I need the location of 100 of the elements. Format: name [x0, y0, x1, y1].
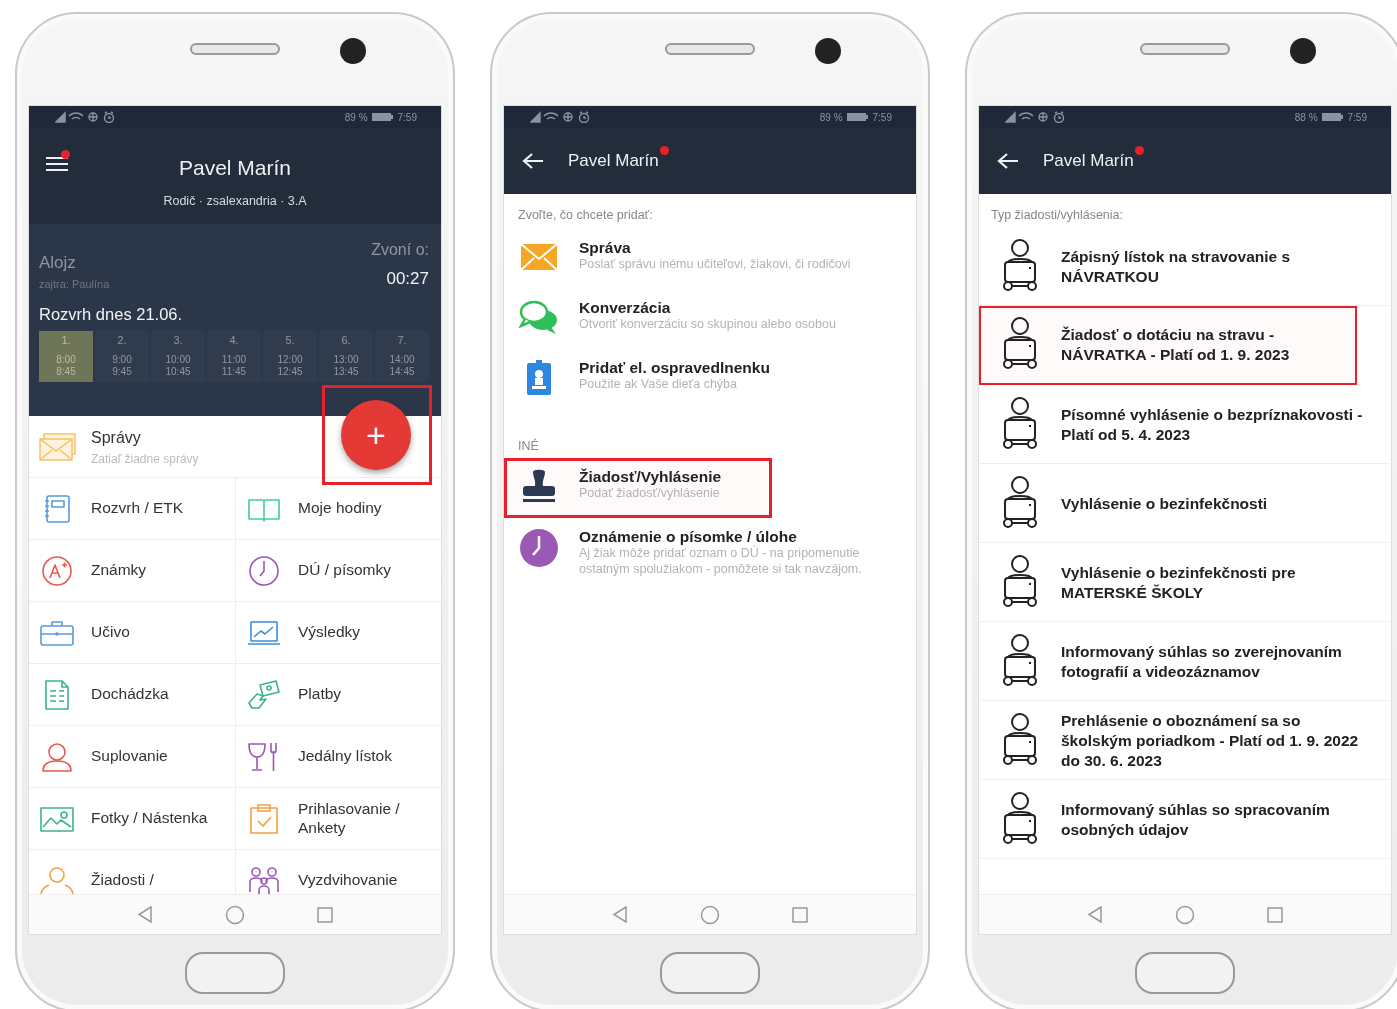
request-type-label: Prehlásenie o oboznámení sa so školským poriadkom - Platí od 1. 9. 2022 do 30. 6. 2023 — [1061, 710, 1360, 772]
person-icon — [39, 740, 75, 773]
clock-time: 7:59 — [397, 110, 417, 125]
menu-item[interactable]: Fotky / Nástenka — [29, 788, 235, 850]
battery-icon — [846, 112, 869, 122]
envelope-icon — [39, 432, 77, 461]
battery-icon — [1321, 112, 1344, 122]
back-icon[interactable] — [612, 906, 628, 923]
request-type-label: Informovaný súhlas so spracovaním osobných údajov — [1061, 800, 1331, 841]
messages-title: Správy — [91, 427, 142, 448]
recent-apps-icon[interactable] — [1267, 906, 1283, 923]
bell-time: 00:27 — [385, 268, 429, 290]
menu-item[interactable]: Platby — [235, 664, 441, 726]
menu-item[interactable]: DÚ / písomky — [235, 540, 441, 602]
menu-item-label: Rozvrh / ETK — [91, 499, 184, 518]
menu-item-label: Výsledky — [298, 623, 361, 642]
schedule-title: Rozvrh dnes 21.06. — [39, 304, 184, 325]
menu-item-label: Fotky / Nástenka — [91, 809, 208, 828]
lesson-slot[interactable]: 6. 13:00 13:45 — [319, 330, 373, 382]
option-description: Poslať správu inému učiteľovi, žiakovi, či rodičovi — [579, 257, 851, 273]
menu-item[interactable]: Známky — [29, 540, 235, 602]
menu-item-label: Známky — [91, 561, 147, 580]
menu-item[interactable]: Suplovanie — [29, 726, 235, 788]
recent-apps-icon[interactable] — [317, 906, 333, 923]
clock-time: 7:59 — [872, 110, 892, 125]
menu-item-label: Dochádzka — [91, 685, 169, 704]
lesson-slot[interactable]: 2. 9:00 9:45 — [95, 330, 149, 382]
account-name: Pavel Marín — [1043, 151, 1134, 171]
menu-item-label: Žiadosti / — [91, 871, 154, 890]
clock-icon — [519, 527, 559, 568]
menu-item[interactable]: Dochádzka — [29, 664, 235, 726]
battery-icon — [371, 112, 394, 122]
bell-label: Zvoní o: — [371, 240, 429, 260]
request-type-label: Vyhlásenie o bezinfekčnosti — [1061, 493, 1268, 514]
section-prompt: Typ žiadosti/vyhlásenia: — [990, 207, 1124, 224]
menu-icon[interactable] — [45, 154, 69, 172]
menu-item-label: DÚ / písomky — [298, 561, 391, 580]
camera-lens — [1290, 37, 1316, 64]
account-name: Pavel Marín — [178, 155, 291, 181]
clock-time: 7:59 — [1347, 110, 1367, 125]
option-item[interactable]: Žiadosť/Vyhlásenie Podať žiadosť/vyhlásenie — [504, 457, 773, 518]
option-title: Oznámenie o písomke / úlohe — [579, 527, 798, 545]
menu-item-label: Suplovanie — [91, 747, 168, 766]
home-icon[interactable] — [1175, 904, 1195, 925]
option-description: Podať žiadosť/vyhlásenie — [579, 486, 721, 502]
option-title: Správa — [579, 238, 632, 258]
back-arrow-icon[interactable] — [997, 152, 1019, 170]
back-arrow-icon[interactable] — [522, 152, 544, 170]
status-icons-drawing — [1005, 111, 1067, 123]
battery-level: 89 % — [344, 110, 368, 125]
option-description: Použite ak Vaše dieťa chýba — [579, 377, 739, 393]
back-icon[interactable] — [1087, 906, 1103, 923]
menu-item[interactable]: Moje hodiny — [235, 478, 441, 540]
option-title: Žiadosť/Vyhlásenie — [579, 467, 722, 487]
home-button[interactable] — [1135, 951, 1235, 994]
menu-item[interactable]: Rozvrh / ETK — [29, 478, 235, 540]
section-prompt: Zvoľte, čo chcete pridať: — [517, 207, 654, 224]
menu-item[interactable]: Prihlasovanie / Ankety — [235, 788, 441, 850]
money-hand-icon — [246, 678, 282, 711]
camera-lens — [815, 37, 841, 64]
request-type-label: Žiadosť o dotáciu na stravu - NÁVRATKA - Platí od 1. 9. 2023 — [1061, 325, 1291, 366]
section-heading: INÉ — [517, 437, 540, 455]
status-icons-drawing — [530, 111, 592, 123]
account-details: Rodič · zsalexandria · 3.A — [162, 192, 308, 210]
grade-icon — [39, 554, 75, 587]
menu-item-label: Jedálny lístok — [298, 747, 392, 766]
option-description: Otvoriť konverzáciu so skupinou alebo osobou — [579, 317, 836, 333]
name-day: Alojz — [39, 250, 110, 276]
battery-level: 88 % — [1294, 110, 1318, 125]
back-icon[interactable] — [137, 906, 153, 923]
menu-item-label: Prihlasovanie / Ankety — [298, 799, 401, 838]
lesson-slot[interactable]: 4. 11:00 11:45 — [207, 330, 261, 382]
lesson-slot[interactable]: 3. 10:00 10:45 — [151, 330, 205, 382]
menu-item-label: Učivo — [91, 623, 130, 642]
lesson-slot[interactable]: 7. 14:00 14:45 — [375, 330, 429, 382]
request-type-item[interactable]: Žiadosť o dotáciu na stravu - NÁVRATKA - Platí od 1. 9. 2023 — [979, 305, 1357, 385]
recent-apps-icon[interactable] — [792, 906, 808, 923]
menu-item-label: Platby — [298, 685, 342, 704]
home-button[interactable] — [660, 951, 760, 994]
option-title: Konverzácia — [579, 298, 672, 318]
messages-status: Zatiaľ žiadne správy — [91, 450, 199, 468]
menu-item[interactable]: Učivo — [29, 602, 235, 664]
add-button[interactable]: + — [341, 400, 411, 470]
request-type-label: Zápisný lístok na stravovanie s NÁVRATKOU — [1061, 246, 1292, 287]
account-name: Pavel Marín — [568, 151, 659, 171]
home-button[interactable] — [185, 951, 285, 994]
menu-item[interactable]: Jedálny lístok — [235, 726, 441, 788]
clock-icon — [246, 554, 282, 587]
menu-item-label: Vyzdvihovanie — [298, 871, 398, 890]
family-icon — [246, 864, 282, 894]
home-icon[interactable] — [225, 904, 245, 925]
status-icons-drawing — [55, 111, 117, 123]
menu-item[interactable]: Výsledky — [235, 602, 441, 664]
option-description: Aj žiak môže pridať oznam o DÚ - na pripomenutie ostatným spolužiakom - pomôžete si tak navzájom. — [579, 546, 863, 578]
request-type-label: Vyhlásenie o bezinfekčnosti pre MATERSKÉ ŠKOLY — [1061, 562, 1297, 603]
menu-item-label: Moje hodiny — [298, 499, 382, 518]
battery-level: 89 % — [819, 110, 843, 125]
home-icon[interactable] — [700, 904, 720, 925]
tomorrow-name-day: zajtra: Paulína — [39, 275, 110, 292]
lesson-slot[interactable]: 5. 12:00 12:45 — [263, 330, 317, 382]
